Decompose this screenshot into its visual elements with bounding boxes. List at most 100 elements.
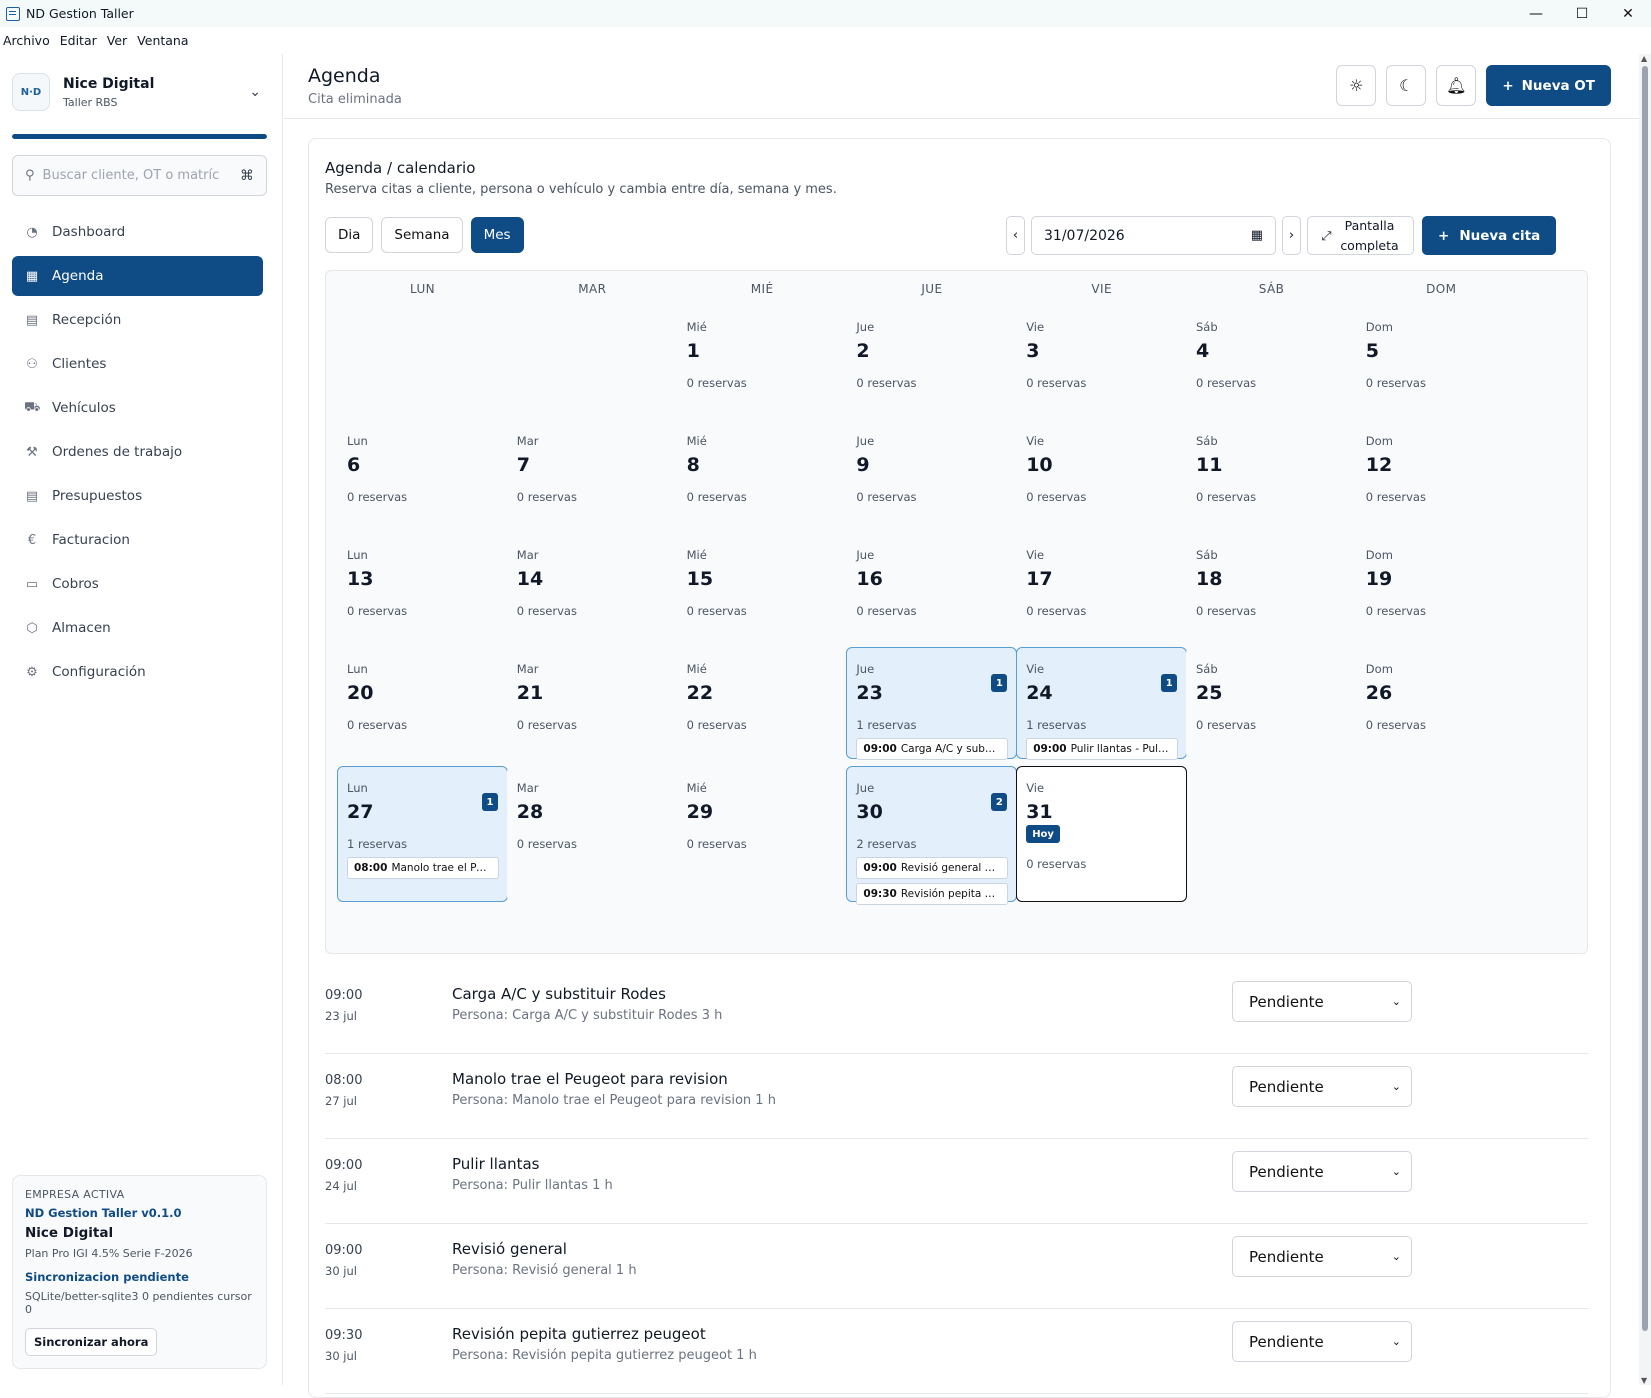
appointment-title[interactable]: Pulir llantas — [452, 1155, 539, 1173]
calendar-day[interactable]: Vie 17 0 reservas — [1016, 533, 1188, 645]
search-box[interactable]: ⚲ ⌘ — [12, 155, 267, 196]
view-semana-button[interactable]: Semana — [381, 217, 463, 253]
scroll-up-icon[interactable]: ▲ — [1641, 54, 1647, 63]
menu-archivo[interactable]: Archivo — [0, 33, 57, 48]
menu-ver[interactable]: Ver — [104, 33, 134, 48]
weekday-header: MIÉ — [750, 282, 774, 296]
status-select[interactable]: Pendiente ⌄ — [1232, 1151, 1412, 1192]
chevron-down-icon[interactable]: ⌄ — [249, 84, 261, 100]
calendar-day[interactable]: Jue 2 0 reservas — [846, 305, 1018, 417]
sidebar-item-vehiculos[interactable]: ⛟ Vehículos — [12, 388, 263, 428]
bell-icon[interactable]: 🔔︎ — [1436, 65, 1477, 106]
calendar-day[interactable]: Mar 7 0 reservas — [506, 419, 678, 531]
sidebar-item-ordenes-de-trabajo[interactable]: ⚒ Ordenes de trabajo — [12, 432, 263, 472]
new-cita-button[interactable]: + Nueva cita — [1422, 216, 1557, 255]
agenda-title: Agenda / calendario — [325, 159, 476, 177]
calendar-day[interactable]: Dom 12 0 reservas — [1355, 419, 1527, 531]
sidebar-item-agenda[interactable]: ▦ Agenda — [12, 256, 263, 296]
sidebar-item-almacen[interactable]: ⬡ Almacen — [12, 608, 263, 648]
reservation-count: 0 reservas — [1196, 490, 1257, 504]
day-number: 12 — [1365, 454, 1393, 476]
scroll-down-icon[interactable]: ▼ — [1641, 1376, 1647, 1385]
calendar-day[interactable]: Mié 15 0 reservas — [676, 533, 848, 645]
calendar-day[interactable]: Jue 23 1 1 reservas 09:00Carga A/C y substit… — [846, 647, 1018, 760]
date-input[interactable]: 31/07/2026 ▦ — [1031, 216, 1276, 255]
calendar-day[interactable]: Mié 29 0 reservas — [676, 766, 848, 902]
appointment-title[interactable]: Carga A/C y substituir Rodes — [452, 985, 666, 1003]
calendar-day[interactable]: Jue 16 0 reservas — [846, 533, 1018, 645]
sidebar-item-clientes[interactable]: ⚇ Clientes — [12, 344, 263, 384]
fullscreen-button[interactable]: ⤢ Pantalla completa — [1307, 216, 1414, 255]
calendar-day[interactable]: Mar 14 0 reservas — [506, 533, 678, 645]
sun-icon[interactable]: ☼ — [1336, 65, 1377, 106]
sync-now-button[interactable]: Sincronizar ahora — [25, 1328, 158, 1356]
sidebar: N·D Nice Digital Taller RBS ⌄ ⚲ ⌘ ◔ Dashb… — [0, 54, 283, 1385]
calendar-event[interactable]: 09:30Revisión pepita guti... — [856, 883, 1009, 905]
appointment-title[interactable]: Revisió general — [452, 1240, 567, 1258]
search-input[interactable] — [42, 168, 223, 183]
calendar-event[interactable]: 08:00Manolo trae el Peug... — [347, 857, 499, 879]
calendar-icon[interactable]: ▦ — [1251, 228, 1263, 243]
scrollbar[interactable]: ▲ ▼ — [1639, 54, 1651, 1385]
menu-ventana[interactable]: Ventana — [134, 33, 195, 48]
calendar-day[interactable]: Sáb 4 0 reservas — [1186, 305, 1357, 417]
appointment-time: 09:00 — [325, 1158, 363, 1173]
calendar-day[interactable]: Vie 3 0 reservas — [1016, 305, 1188, 417]
sidebar-item-dashboard[interactable]: ◔ Dashboard — [12, 212, 263, 252]
prev-button[interactable]: ‹ — [1006, 216, 1025, 255]
menu-editar[interactable]: Editar — [57, 33, 104, 48]
day-name: Lun — [347, 781, 368, 795]
calendar-day[interactable]: Sáb 18 0 reservas — [1186, 533, 1357, 645]
company-switcher[interactable]: N·D Nice Digital Taller RBS ⌄ — [12, 72, 267, 116]
next-button[interactable]: › — [1282, 216, 1301, 255]
calendar-day[interactable]: Lun 27 1 1 reservas 08:00Manolo trae el Peug… — [337, 766, 508, 902]
calendar-day[interactable]: Jue 30 2 2 reservas 09:00 Revisió general - R… — [846, 766, 1018, 905]
new-ot-button[interactable]: + Nueva OT — [1486, 65, 1611, 106]
calendar-day[interactable]: Jue 9 0 reservas — [846, 419, 1018, 531]
day-name: Vie — [1026, 781, 1045, 795]
view-mes-button[interactable]: Mes — [470, 217, 524, 253]
sidebar-item-configuracion[interactable]: ⚙ Configuración — [12, 652, 263, 692]
day-number: 9 — [856, 454, 870, 476]
appointment-title[interactable]: Manolo trae el Peugeot para revision — [452, 1070, 728, 1088]
calendar-event[interactable]: 09:00Revisió general - Re... — [856, 857, 1009, 879]
event-time: 09:00 — [863, 862, 897, 874]
status-select[interactable]: Pendiente ⌄ — [1232, 1236, 1412, 1277]
calendar-day[interactable]: Lun 20 0 reservas — [337, 647, 508, 759]
calendar-day[interactable]: Dom 5 0 reservas — [1355, 305, 1527, 417]
nav-icon: ▭ — [25, 576, 39, 592]
sidebar-item-recepcion[interactable]: ▤ Recepción — [12, 300, 263, 340]
scrollbar-thumb[interactable] — [1642, 66, 1648, 1331]
status-select[interactable]: Pendiente ⌄ — [1232, 1321, 1412, 1362]
calendar-day[interactable]: Dom 19 0 reservas — [1355, 533, 1527, 645]
sidebar-item-cobros[interactable]: ▭ Cobros — [12, 564, 263, 604]
minimize-button[interactable]: — — [1513, 0, 1559, 27]
status-select[interactable]: Pendiente ⌄ — [1232, 1066, 1412, 1107]
status-select[interactable]: Pendiente ⌄ — [1232, 981, 1412, 1022]
calendar-day[interactable]: Sáb 25 0 reservas — [1186, 647, 1357, 759]
view-dia-button[interactable]: Dia — [325, 217, 374, 253]
calendar-day[interactable]: Dom 26 0 reservas — [1355, 647, 1527, 759]
calendar-day[interactable]: Lun 13 0 reservas — [337, 533, 508, 645]
calendar-day[interactable]: Sáb 11 0 reservas — [1186, 419, 1357, 531]
event-title: Pulir llantas - Pulir ll... — [1070, 743, 1169, 755]
calendar-event[interactable]: 09:00Pulir llantas - Pulir ll... — [1026, 738, 1179, 760]
appointment-title[interactable]: Revisión pepita gutierrez peugeot — [452, 1325, 706, 1343]
calendar-day[interactable]: Lun 6 0 reservas — [337, 419, 508, 531]
calendar-day[interactable]: Mar 21 0 reservas — [506, 647, 678, 759]
sidebar-item-facturacion[interactable]: € Facturacion — [12, 520, 263, 560]
calendar-day[interactable]: Mié 1 0 reservas — [676, 305, 848, 417]
calendar-day[interactable]: Mié 8 0 reservas — [676, 419, 848, 531]
plan-info: Plan Pro IGI 4.5% Serie F-2026 — [25, 1247, 193, 1260]
day-name: Dom — [1365, 548, 1393, 562]
calendar-day[interactable]: Vie 31 Hoy 0 reservas — [1016, 766, 1188, 902]
moon-icon[interactable]: ☾ — [1386, 65, 1427, 106]
calendar-event[interactable]: 09:00Carga A/C y substitu... — [856, 738, 1009, 760]
maximize-button[interactable]: ☐ — [1559, 0, 1605, 27]
calendar-day[interactable]: Mié 22 0 reservas — [676, 647, 848, 759]
close-button[interactable]: ✕ — [1605, 0, 1651, 27]
sidebar-item-presupuestos[interactable]: ▤ Presupuestos — [12, 476, 263, 516]
calendar-day[interactable]: Mar 28 0 reservas — [506, 766, 678, 902]
calendar-day[interactable]: Vie 24 1 1 reservas 09:00 Pulir llantas - Pul… — [1016, 647, 1188, 760]
calendar-day[interactable]: Vie 10 0 reservas — [1016, 419, 1188, 531]
